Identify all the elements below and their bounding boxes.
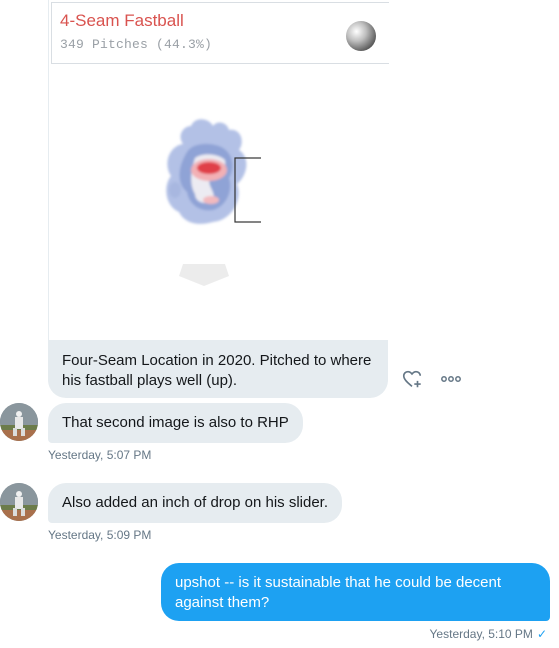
pitch-count: 349 Pitches (44.3%) <box>60 37 213 52</box>
check-icon: ✓ <box>536 627 547 641</box>
media-card[interactable]: 4-Seam Fastball 349 Pitches (44.3%) <box>48 0 389 340</box>
more-options-icon[interactable] <box>440 369 462 389</box>
heat-spot-left <box>169 182 181 198</box>
baseball-icon <box>346 21 376 51</box>
card-caption: Four-Seam Location in 2020. Pitched to w… <box>48 340 388 398</box>
message-timestamp: Yesterday, 5:09 PM <box>48 528 152 542</box>
outgoing-message-bubble: upshot -- is it sustainable that he coul… <box>161 563 550 621</box>
outgoing-timestamp-row: Yesterday, 5:10 PM ✓ <box>430 627 547 641</box>
pitch-type-title: 4-Seam Fastball <box>60 11 184 30</box>
home-plate <box>179 264 229 286</box>
heat-hot <box>197 162 221 174</box>
message-bubble: That second image is also to RHP <box>48 403 303 443</box>
outgoing-timestamp: Yesterday, 5:10 PM <box>429 627 533 641</box>
avatar[interactable] <box>0 483 38 521</box>
pitch-location-heatmap <box>166 119 261 224</box>
heat-hot-low <box>203 196 219 204</box>
card-header: 4-Seam Fastball 349 Pitches (44.3%) <box>51 2 389 64</box>
message-bubble: Also added an inch of drop on his slider… <box>48 483 343 523</box>
like-heart-icon[interactable] <box>401 368 423 390</box>
pitcher-avatar-photo <box>0 483 38 521</box>
pitcher-avatar-photo <box>0 403 38 441</box>
message-timestamp: Yesterday, 5:07 PM <box>48 448 152 462</box>
avatar[interactable] <box>0 403 38 441</box>
